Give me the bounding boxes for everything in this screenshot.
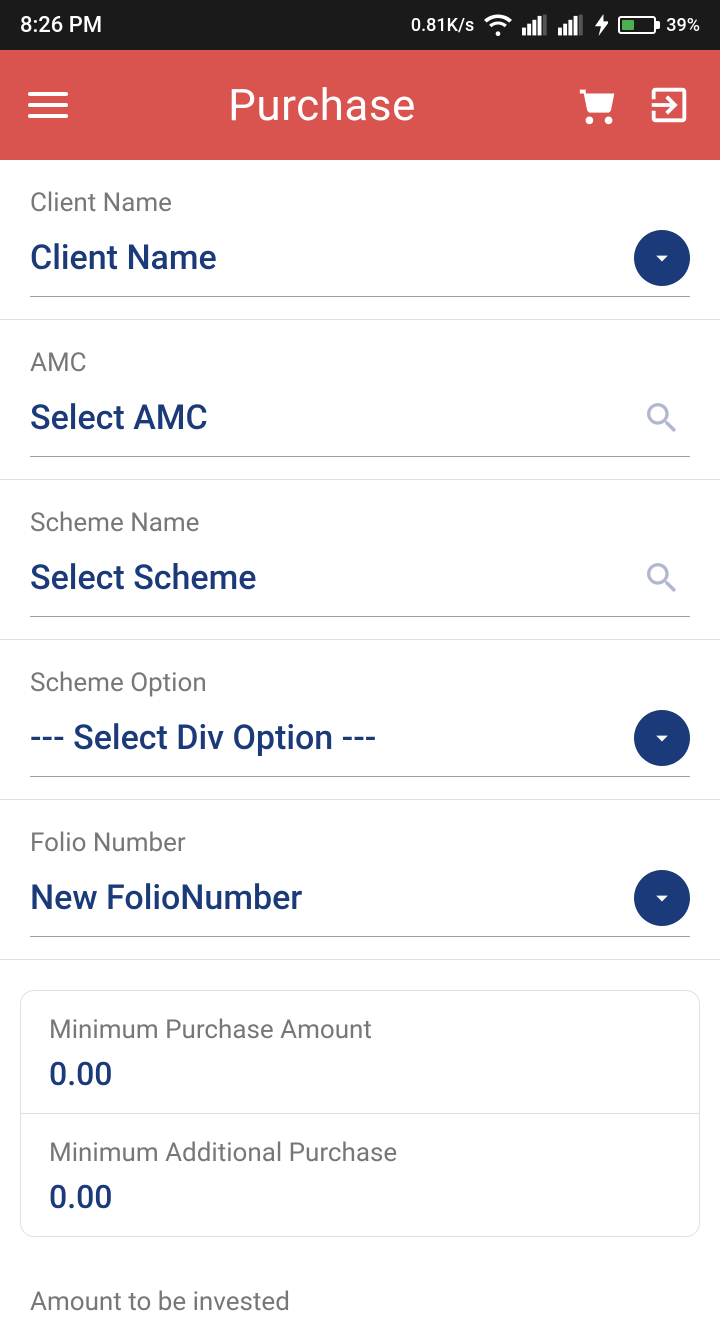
- page-title: Purchase: [228, 79, 416, 131]
- battery-indicator: [618, 16, 656, 34]
- min-purchase-value: 0.00: [49, 1055, 671, 1093]
- battery-percent: 39%: [666, 15, 700, 36]
- network-speed: 0.81K/s: [411, 15, 474, 36]
- amc-label: AMC: [30, 348, 690, 378]
- scheme-option-value: --- Select Div Option ---: [30, 718, 376, 758]
- cart-icon: [576, 82, 622, 128]
- purchase-info-card: Minimum Purchase Amount 0.00 Minimum Add…: [20, 990, 700, 1237]
- folio-number-value: New FolioNumber: [30, 878, 302, 918]
- form-content: Client Name Client Name AMC Select AMC S…: [0, 160, 720, 1327]
- app-bar: Purchase: [0, 50, 720, 160]
- chevron-down-icon: [648, 244, 676, 272]
- amc-field: AMC Select AMC: [0, 320, 720, 480]
- client-name-field: Client Name Client Name: [0, 160, 720, 320]
- status-bar: 8:26 PM 0.81K/s: [0, 0, 720, 50]
- scheme-name-field: Scheme Name Select Scheme: [0, 480, 720, 640]
- min-purchase-row: Minimum Purchase Amount 0.00: [21, 991, 699, 1113]
- client-name-value: Client Name: [30, 238, 217, 278]
- status-icons: 0.81K/s 39%: [411, 14, 700, 36]
- logout-button[interactable]: [646, 82, 692, 128]
- min-additional-value: 0.00: [49, 1178, 671, 1216]
- folio-number-label: Folio Number: [30, 828, 690, 858]
- scheme-name-label: Scheme Name: [30, 508, 690, 538]
- cart-button[interactable]: [576, 82, 622, 128]
- amc-placeholder: Select AMC: [30, 398, 208, 438]
- app-bar-actions: [576, 82, 692, 128]
- scheme-search[interactable]: [634, 550, 690, 606]
- min-purchase-label: Minimum Purchase Amount: [49, 1015, 671, 1045]
- chevron-down-icon: [648, 884, 676, 912]
- search-icon: [642, 398, 682, 438]
- amc-row[interactable]: Select AMC: [30, 390, 690, 457]
- time-display: 8:26 PM: [20, 13, 102, 38]
- min-additional-row: Minimum Additional Purchase 0.00: [21, 1113, 699, 1236]
- wifi-icon: [484, 14, 512, 36]
- scheme-option-dropdown[interactable]: [634, 710, 690, 766]
- scheme-name-row[interactable]: Select Scheme: [30, 550, 690, 617]
- client-name-label: Client Name: [30, 188, 690, 218]
- amount-section-label: Amount to be invested: [0, 1267, 720, 1327]
- amc-search[interactable]: [634, 390, 690, 446]
- signal-icon: [522, 14, 548, 36]
- folio-number-dropdown[interactable]: [634, 870, 690, 926]
- scheme-option-field: Scheme Option --- Select Div Option ---: [0, 640, 720, 800]
- status-time: 8:26 PM: [20, 13, 102, 38]
- menu-button[interactable]: [28, 92, 68, 118]
- min-additional-label: Minimum Additional Purchase: [49, 1138, 671, 1168]
- scheme-name-placeholder: Select Scheme: [30, 558, 256, 598]
- chevron-down-icon: [648, 724, 676, 752]
- scheme-option-row[interactable]: --- Select Div Option ---: [30, 710, 690, 777]
- folio-number-row[interactable]: New FolioNumber: [30, 870, 690, 937]
- scheme-option-label: Scheme Option: [30, 668, 690, 698]
- charging-icon: [594, 14, 608, 36]
- folio-number-field: Folio Number New FolioNumber: [0, 800, 720, 960]
- signal2-icon: [558, 14, 584, 36]
- search-icon: [642, 558, 682, 598]
- client-name-row[interactable]: Client Name: [30, 230, 690, 297]
- logout-icon: [646, 82, 692, 128]
- client-name-dropdown[interactable]: [634, 230, 690, 286]
